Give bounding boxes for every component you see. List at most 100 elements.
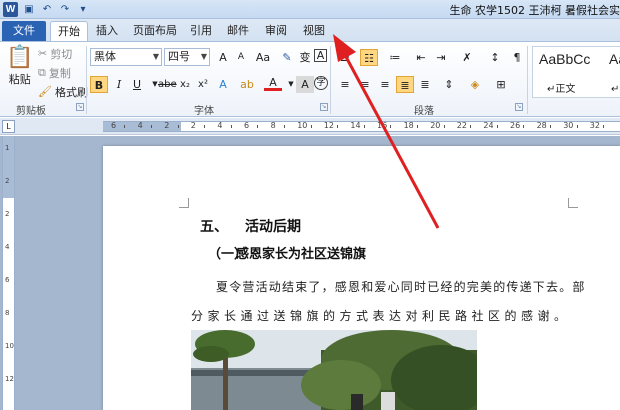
bullets-icon[interactable]: ☰: [336, 49, 354, 66]
ribbon-tabs: 文件 开始 插入 页面布局 引用 邮件 审阅 视图: [0, 19, 620, 41]
ruler-number: 18: [403, 121, 414, 130]
tab-view[interactable]: 视图: [301, 21, 327, 41]
clear-format-icon[interactable]: ✎: [278, 49, 296, 66]
ruler-tick: [310, 125, 312, 128]
ruler-tick: [177, 125, 179, 128]
text-effects-icon[interactable]: A: [214, 76, 232, 93]
tab-review[interactable]: 审阅: [263, 21, 289, 41]
grow-font-icon[interactable]: A: [214, 49, 232, 66]
ruler-number: 2: [5, 177, 10, 185]
strikethrough-button[interactable]: abe: [158, 76, 177, 93]
customize-icon[interactable]: ▾: [76, 3, 90, 17]
style-sample-normal[interactable]: AaBbCc: [539, 51, 590, 67]
font-size-value: 四号: [168, 50, 190, 63]
copy-label: 复制: [48, 67, 71, 80]
ruler-bar: L 6 4 2 2 4 6 8 10 12 14 16 18 20 22 24 26 28 30 32: [0, 118, 620, 135]
ruler-number: 4: [217, 121, 223, 130]
body-paragraph-line[interactable]: 分家长通过送锦旗的方式表达对利民路社区的感谢。: [191, 307, 571, 324]
heading-2[interactable]: （一）感恩家长为社区送锦旗: [208, 243, 366, 262]
ruler-number: 32: [589, 121, 600, 130]
sort-icon[interactable]: ↕: [486, 49, 504, 66]
horizontal-ruler[interactable]: 6 4 2 2 4 6 8 10 12 14 16 18 20 22 24 26 28 30 32: [103, 121, 620, 132]
decrease-indent-icon[interactable]: ⇤: [412, 49, 430, 66]
undo-icon[interactable]: ↶: [40, 3, 54, 17]
ruler-number: 4: [137, 121, 143, 130]
justify-icon[interactable]: ≣: [396, 76, 414, 93]
font-color-button[interactable]: A: [264, 76, 282, 91]
paragraph-launcher-icon[interactable]: ↘: [515, 103, 523, 111]
document-title: 生命 农学1502 王沛柯 暑假社会实: [449, 4, 620, 17]
ruler-number: 6: [5, 276, 10, 284]
increase-indent-icon[interactable]: ⇥: [432, 49, 450, 66]
bold-button[interactable]: B: [90, 76, 108, 93]
inserted-photo[interactable]: [191, 330, 477, 410]
subscript-button[interactable]: x₂: [176, 76, 194, 93]
char-border-icon[interactable]: A: [314, 49, 327, 62]
underline-button[interactable]: U: [128, 76, 146, 93]
tab-page-layout[interactable]: 页面布局: [130, 21, 180, 41]
borders-icon[interactable]: ⊞: [492, 76, 510, 93]
cut-button[interactable]: ✂ 剪切: [38, 46, 72, 62]
ruler-number: 8: [270, 121, 276, 130]
ruler-tick: [337, 125, 339, 128]
ruler-tick: [496, 125, 498, 128]
ruler-tick: [230, 125, 232, 128]
italic-button[interactable]: I: [110, 76, 128, 93]
word-app-icon[interactable]: W: [3, 2, 18, 17]
tab-references[interactable]: 引用: [188, 21, 214, 41]
format-painter-button[interactable]: 🖌 格式刷: [38, 84, 88, 100]
ruler-number: 6: [244, 121, 250, 130]
paste-button[interactable]: 📋 粘贴: [6, 46, 33, 87]
line-spacing-icon[interactable]: ⇕: [440, 76, 458, 93]
asian-layout-icon[interactable]: ✗: [458, 49, 476, 66]
heading-1[interactable]: 五、 活动后期: [200, 216, 301, 236]
ruler-tick: [124, 125, 126, 128]
redo-icon[interactable]: ↷: [58, 3, 72, 17]
tab-mailings[interactable]: 邮件: [225, 21, 251, 41]
tab-file[interactable]: 文件: [2, 21, 46, 41]
font-name-combo[interactable]: 黑体 ▼: [90, 48, 162, 66]
numbering-icon[interactable]: ☷: [360, 49, 378, 66]
ruler-number: 22: [456, 121, 467, 130]
align-right-icon[interactable]: ≡: [376, 76, 394, 93]
tab-home[interactable]: 开始: [50, 21, 88, 41]
vertical-ruler[interactable]: 1 2 2 4 6 8 10 12: [2, 136, 15, 410]
align-center-icon[interactable]: ≡: [356, 76, 374, 93]
show-marks-icon[interactable]: ¶: [508, 49, 526, 66]
ruler-tick: [549, 125, 551, 128]
multilevel-list-icon[interactable]: ≔: [386, 49, 404, 66]
styles-gallery[interactable]: AaBbCc AaBb ↵正文 ↵无: [532, 46, 620, 98]
copy-button[interactable]: ⧉ 复制: [38, 65, 71, 81]
document-page[interactable]: 五、 活动后期 （一）感恩家长为社区送锦旗 夏令营活动结束了，感恩和爱心同时已经的…: [103, 146, 620, 410]
photo-image: [191, 330, 477, 410]
heading-1-number: 五、: [200, 219, 228, 235]
font-launcher-icon[interactable]: ↘: [320, 103, 328, 111]
style-sample-nospacing[interactable]: AaBb: [609, 51, 620, 67]
ruler-tick: [576, 125, 578, 128]
group-divider: [527, 46, 528, 114]
align-left-icon[interactable]: ≡: [336, 76, 354, 93]
format-painter-label: 格式刷: [54, 86, 88, 99]
group-divider: [330, 46, 331, 114]
scissors-icon: ✂: [38, 47, 48, 60]
ruler-tick: [363, 125, 365, 128]
ruler-number: 28: [536, 121, 547, 130]
clipboard-launcher-icon[interactable]: ↘: [76, 103, 84, 111]
superscript-button[interactable]: x²: [194, 76, 212, 93]
clipboard-icon: 📋: [6, 45, 34, 70]
shading-icon[interactable]: ◈: [466, 76, 484, 93]
shrink-font-icon[interactable]: A: [232, 49, 250, 66]
tab-insert[interactable]: 插入: [92, 21, 122, 41]
font-name-value: 黑体: [94, 50, 116, 63]
tab-selector-icon[interactable]: L: [2, 120, 15, 133]
enclose-char-icon[interactable]: 字: [314, 76, 328, 90]
ruler-tick: [416, 125, 418, 128]
body-paragraph-line[interactable]: 夏令营活动结束了，感恩和爱心同时已经的完美的传递下去。部: [216, 278, 586, 295]
highlight-icon[interactable]: ab: [238, 76, 256, 93]
char-shading-icon[interactable]: A: [296, 76, 314, 93]
font-size-combo[interactable]: 四号 ▼: [164, 48, 210, 66]
phonetic-guide-icon[interactable]: 变: [296, 49, 314, 66]
save-icon[interactable]: ▣: [22, 3, 36, 17]
change-case-icon[interactable]: Aa: [254, 49, 272, 66]
distributed-icon[interactable]: ≣: [416, 76, 434, 93]
